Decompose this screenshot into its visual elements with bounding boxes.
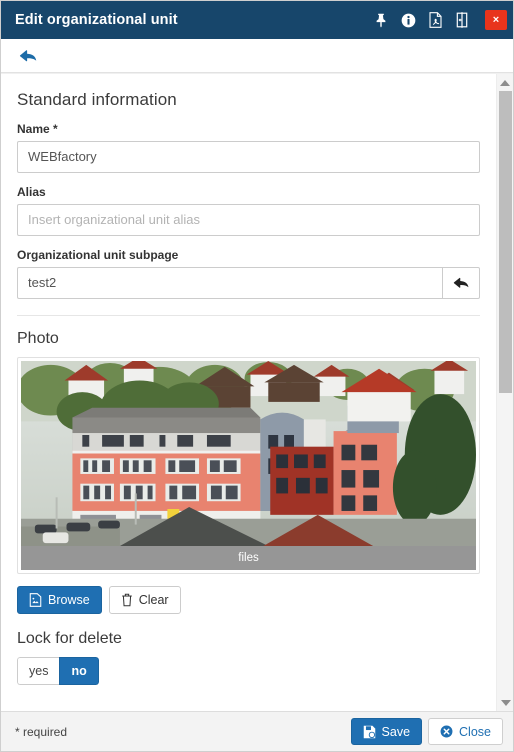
scroll-up-button[interactable]	[496, 74, 513, 91]
scrollbar-track[interactable]	[497, 91, 513, 694]
dialog-body: Standard information Name * WEBfactory A…	[1, 73, 513, 711]
subpage-label: Organizational unit subpage	[17, 248, 179, 262]
form-content: Standard information Name * WEBfactory A…	[1, 74, 496, 711]
trash-icon	[121, 593, 133, 607]
pin-icon[interactable]	[372, 11, 390, 29]
save-button[interactable]: Save	[350, 718, 423, 745]
back-arrow-icon[interactable]	[15, 45, 41, 67]
dialog-footer: * required Save Close	[1, 711, 513, 751]
alias-label: Alias	[17, 185, 46, 199]
lock-for-delete-toggle[interactable]: yes no	[17, 657, 99, 685]
name-input[interactable]: WEBfactory	[17, 141, 480, 173]
photo-actions: Browse Clear	[17, 586, 480, 614]
dialog-subtoolbar	[1, 39, 513, 73]
save-disk-icon	[363, 725, 376, 739]
subpage-back-arrow-icon[interactable]	[442, 267, 480, 299]
info-icon[interactable]	[399, 11, 417, 29]
subpage-input[interactable]: test2	[17, 267, 442, 299]
photo-preview-box: files	[17, 357, 480, 574]
name-field-group: Name * WEBfactory	[17, 122, 480, 173]
subpage-input-group: test2	[17, 267, 480, 299]
browse-button[interactable]: Browse	[17, 586, 102, 614]
browse-button-label: Browse	[48, 593, 90, 607]
photo-heading: Photo	[17, 330, 59, 347]
clear-button[interactable]: Clear	[108, 586, 181, 614]
chevron-up-icon	[500, 79, 510, 86]
toggle-option-no[interactable]: no	[59, 657, 99, 685]
required-note: * required	[15, 724, 68, 739]
alias-input[interactable]: Insert organizational unit alias	[17, 204, 480, 236]
dock-icon[interactable]	[453, 11, 471, 29]
subpage-field-group: Organizational unit subpage test2	[17, 248, 480, 299]
toggle-option-yes[interactable]: yes	[17, 657, 60, 685]
footer-actions: Save Close	[350, 718, 503, 745]
close-circle-icon	[440, 725, 453, 738]
file-image-icon	[29, 593, 42, 607]
name-label: Name *	[17, 122, 58, 136]
clear-button-label: Clear	[138, 593, 169, 607]
section-divider	[17, 315, 480, 316]
dialog-title: Edit organizational unit	[15, 12, 178, 28]
photo-image	[21, 361, 476, 546]
close-button[interactable]: Close	[428, 718, 503, 745]
lock-for-delete-heading: Lock for delete	[17, 630, 122, 647]
dialog-titlebar: Edit organizational unit ×	[1, 1, 513, 39]
chevron-down-icon	[500, 699, 511, 706]
scrollbar-thumb[interactable]	[499, 91, 512, 393]
standard-information-heading: Standard information	[17, 90, 177, 109]
close-button-label: Close	[459, 724, 491, 739]
scroll-down-button[interactable]	[497, 694, 513, 711]
alias-field-group: Alias Insert organizational unit alias	[17, 185, 480, 236]
vertical-scrollbar[interactable]	[496, 74, 513, 711]
edit-organizational-unit-dialog: Edit organizational unit × Standard info…	[0, 0, 514, 752]
titlebar-actions: ×	[372, 10, 507, 30]
save-button-label: Save	[381, 724, 411, 739]
pdf-icon[interactable]	[426, 11, 444, 29]
close-window-button[interactable]: ×	[485, 10, 507, 30]
photo-caption: files	[21, 546, 476, 570]
